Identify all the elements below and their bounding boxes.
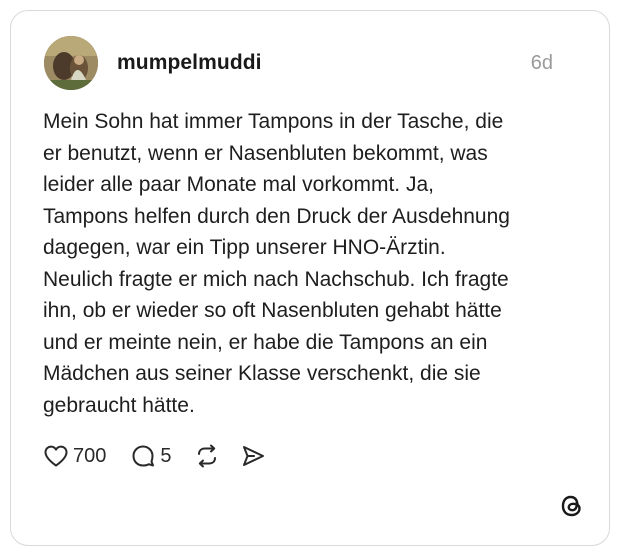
- repost-button[interactable]: [194, 443, 220, 469]
- like-button[interactable]: 700: [43, 444, 106, 468]
- username[interactable]: mumpelmuddi: [117, 51, 262, 75]
- send-icon: [242, 446, 264, 466]
- like-count: 700: [73, 444, 107, 467]
- action-bar: 700 5: [43, 441, 266, 471]
- share-button[interactable]: [240, 443, 266, 469]
- post-card: mumpelmuddi 6d Mein Sohn hat immer Tampo…: [10, 10, 610, 546]
- repost-icon: [197, 444, 216, 468]
- avatar[interactable]: [44, 36, 98, 90]
- post-text: Mein Sohn hat immer Tampons in der Tasch…: [43, 110, 510, 417]
- comment-icon: [132, 445, 155, 467]
- reply-count: 5: [160, 444, 172, 467]
- post-time: 6d: [530, 52, 553, 74]
- threads-logo-icon: [558, 492, 586, 520]
- reply-button[interactable]: 5: [130, 443, 172, 469]
- heart-icon: [44, 445, 68, 467]
